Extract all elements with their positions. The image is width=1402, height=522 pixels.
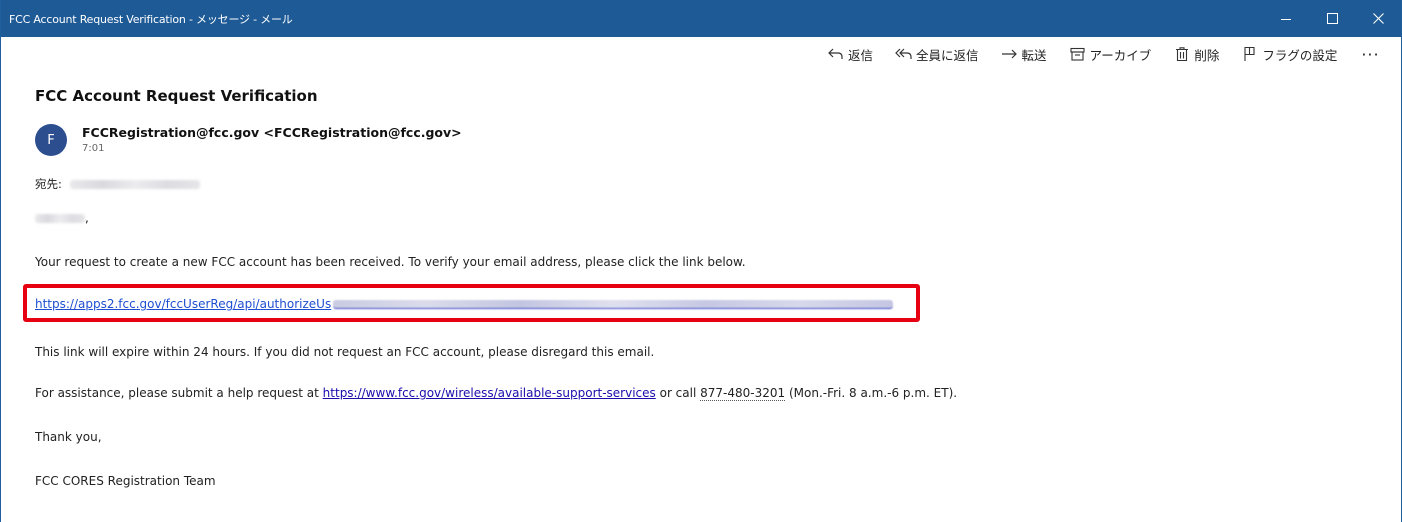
- window-title: FCC Account Request Verification - メッセージ…: [9, 13, 293, 26]
- assistance-prefix: For assistance, please submit a help req…: [35, 386, 323, 400]
- reply-button[interactable]: 返信: [827, 45, 873, 64]
- reply-all-icon: [895, 46, 913, 62]
- recipient-row: 宛先:: [35, 176, 200, 192]
- recipient-name-redacted: [35, 213, 85, 223]
- delete-button[interactable]: 削除: [1173, 45, 1219, 64]
- minimize-button[interactable]: [1263, 0, 1309, 37]
- sender-avatar[interactable]: F: [35, 124, 67, 156]
- forward-icon: [1001, 46, 1019, 62]
- support-link[interactable]: https://www.fcc.gov/wireless/available-s…: [323, 386, 656, 400]
- closing-thanks: Thank you,: [35, 430, 102, 444]
- more-actions-button[interactable]: ···: [1361, 45, 1379, 64]
- forward-button[interactable]: 転送: [1001, 45, 1047, 64]
- minimize-icon: [1281, 19, 1291, 20]
- verification-link-redacted[interactable]: [333, 299, 894, 309]
- mail-window: FCC Account Request Verification - メッセージ…: [0, 0, 1402, 522]
- flag-button[interactable]: フラグの設定: [1241, 45, 1337, 64]
- message-time: 7:01: [82, 143, 105, 154]
- verification-link[interactable]: https://apps2.fcc.gov/fccUserReg/api/aut…: [35, 297, 331, 311]
- signature: FCC CORES Registration Team: [35, 474, 216, 488]
- archive-label: アーカイブ: [1089, 47, 1152, 63]
- assistance-suffix: (Mon.-Fri. 8 a.m.-6 p.m. ET).: [785, 386, 958, 400]
- archive-icon: [1069, 46, 1087, 62]
- reply-all-button[interactable]: 全員に返信: [895, 45, 979, 64]
- title-bar[interactable]: FCC Account Request Verification - メッセージ…: [1, 0, 1401, 37]
- message-toolbar: 返信 全員に返信 転送 アーカイブ 削除 フラグの設定 ···: [827, 42, 1380, 66]
- message-subject: FCC Account Request Verification: [35, 87, 318, 105]
- maximize-button[interactable]: [1309, 0, 1355, 37]
- body-paragraph-expiry: This link will expire within 24 hours. I…: [35, 345, 655, 359]
- reply-icon: [827, 46, 845, 62]
- close-icon: [1372, 13, 1384, 24]
- greeting-comma: ,: [85, 211, 89, 225]
- delete-label: 削除: [1194, 47, 1220, 63]
- sender-address[interactable]: FCCRegistration@fcc.gov <FCCRegistration…: [82, 125, 462, 140]
- maximize-icon: [1326, 13, 1338, 24]
- recipient-redacted: [69, 179, 200, 189]
- to-label: 宛先:: [35, 177, 62, 191]
- flag-icon: [1241, 46, 1259, 62]
- body-paragraph-request: Your request to create a new FCC account…: [35, 255, 746, 269]
- body-paragraph-assistance: For assistance, please submit a help req…: [35, 386, 958, 401]
- greeting: ,: [35, 211, 89, 225]
- archive-button[interactable]: アーカイブ: [1069, 45, 1152, 64]
- support-phone[interactable]: 877-480-3201: [700, 386, 786, 401]
- reply-all-label: 全員に返信: [916, 47, 979, 63]
- verification-link-line: https://apps2.fcc.gov/fccUserReg/api/aut…: [35, 297, 894, 311]
- trash-icon: [1173, 46, 1191, 62]
- flag-label: フラグの設定: [1262, 47, 1338, 63]
- close-button[interactable]: [1355, 0, 1401, 37]
- forward-label: 転送: [1021, 47, 1047, 63]
- reply-label: 返信: [848, 47, 874, 63]
- assistance-mid: or call: [655, 386, 701, 400]
